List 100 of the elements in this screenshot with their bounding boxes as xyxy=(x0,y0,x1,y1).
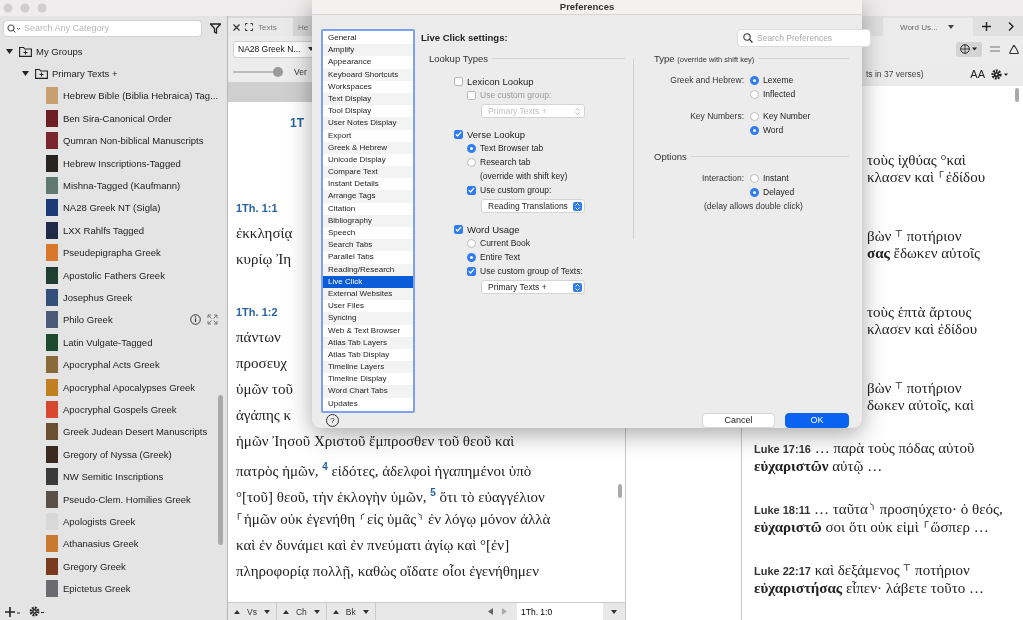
radio-label[interactable]: Lexeme xyxy=(763,75,794,85)
category-item[interactable]: Web & Text Browser xyxy=(323,324,413,337)
category-item[interactable]: Timeline Layers xyxy=(323,361,413,374)
book-item[interactable]: Philo Greek xyxy=(63,314,113,326)
radio-label[interactable]: Delayed xyxy=(763,187,795,197)
radio-button[interactable] xyxy=(467,238,476,248)
category-item[interactable]: Unicode Display xyxy=(323,153,413,167)
radio-button[interactable] xyxy=(467,157,476,167)
radio-label[interactable]: Key Number xyxy=(763,111,811,121)
radio-label[interactable]: Research tab xyxy=(480,157,531,167)
reference-field[interactable]: 1Th. 1:0 xyxy=(517,603,603,620)
radio-button[interactable] xyxy=(467,143,476,153)
book-item[interactable]: NA28 Greek NT (Sigla) xyxy=(63,202,161,214)
category-item[interactable]: Atlas Tab Display xyxy=(323,348,413,362)
radio-button[interactable] xyxy=(750,187,759,197)
book-item[interactable]: Gregory Greek xyxy=(63,560,126,572)
category-item[interactable]: Search Tabs xyxy=(323,239,413,252)
category-item[interactable]: Citation xyxy=(323,202,413,215)
group-dropdown[interactable]: Primary Texts + xyxy=(481,280,585,294)
tab[interactable]: Texts xyxy=(228,18,293,36)
radio-button[interactable] xyxy=(750,125,759,135)
category-item[interactable]: Word Chart Tabs xyxy=(323,385,413,398)
book-item[interactable]: Hebrew Inscriptions-Tagged xyxy=(63,157,181,169)
book-item[interactable]: Latin Vulgate-Tagged xyxy=(63,336,153,348)
scrollbar[interactable] xyxy=(618,484,622,498)
checkbox-label[interactable]: Verse Lookup xyxy=(467,128,526,140)
category-item[interactable]: Tool Display xyxy=(323,105,413,118)
settings-icon[interactable] xyxy=(29,606,45,617)
search-field[interactable]: Search Preferences xyxy=(737,29,871,47)
info-icon[interactable] xyxy=(190,314,201,326)
add-icon[interactable] xyxy=(5,606,21,617)
category-item[interactable]: Timeline Display xyxy=(323,373,413,386)
radio-label[interactable]: Inflected xyxy=(763,89,796,99)
category-item[interactable]: Updates xyxy=(323,397,413,410)
dropdown-icon[interactable] xyxy=(611,609,617,614)
disclosure-triangle-icon[interactable] xyxy=(22,70,29,78)
expand-icon[interactable] xyxy=(207,314,218,326)
category-item[interactable]: Syncing xyxy=(323,312,413,325)
book-item[interactable]: Apocryphal Gospels Greek xyxy=(63,403,177,415)
checkbox-label[interactable]: Use custom group of Texts: xyxy=(480,266,583,276)
checkbox[interactable] xyxy=(467,266,476,276)
settings-icon[interactable] xyxy=(991,68,1009,80)
radio-label[interactable]: Instant xyxy=(763,173,789,183)
verse-reference[interactable]: 1Th. 1:2 xyxy=(236,306,278,318)
checkbox-label[interactable]: Word Usage xyxy=(467,223,520,235)
split-view-icon[interactable] xyxy=(990,46,1000,52)
category-item[interactable]: Bibliography xyxy=(323,214,413,227)
back-icon[interactable] xyxy=(488,608,493,615)
radio-button[interactable] xyxy=(750,111,759,121)
category-item[interactable]: Keyboard Shortcuts xyxy=(323,68,413,81)
book-item[interactable]: Pseudepigrapha Greek xyxy=(63,247,161,259)
navigation-button[interactable]: Ch xyxy=(276,603,327,620)
book-item[interactable]: NW Semitic Inscriptions xyxy=(63,471,164,483)
navigation-button[interactable]: Vs xyxy=(228,603,277,620)
category-item[interactable]: Instant Details xyxy=(323,178,413,191)
book-item[interactable]: Athanasius Greek xyxy=(63,538,139,550)
cancel-button[interactable]: Cancel xyxy=(702,412,775,428)
radio-button[interactable] xyxy=(467,252,476,262)
book-item[interactable]: Qumran Non-biblical Manuscripts xyxy=(63,135,204,147)
slider-thumb[interactable] xyxy=(273,67,283,77)
category-item[interactable]: Text Display xyxy=(323,92,413,106)
verse-reference[interactable]: 1Th. 1:1 xyxy=(236,202,278,214)
filter-icon[interactable] xyxy=(210,22,221,34)
category-item[interactable]: Appearance xyxy=(323,56,413,69)
category-item[interactable]: User Notes Display xyxy=(323,117,413,130)
book-item[interactable]: Apocryphal Acts Greek xyxy=(63,359,160,371)
font-size-button[interactable]: AA xyxy=(970,68,985,80)
search-field[interactable]: Search Any Category xyxy=(3,19,202,37)
group-label[interactable]: Primary Texts + xyxy=(52,68,118,80)
category-item[interactable]: Workspaces xyxy=(323,80,413,93)
category-item[interactable]: Compare Text xyxy=(323,166,413,179)
book-item[interactable]: Pseudo-Clem. Homilies Greek xyxy=(63,493,191,505)
category-item[interactable]: Export xyxy=(323,129,413,142)
category-item[interactable]: Atlas Tab Layers xyxy=(323,336,413,349)
radio-button[interactable] xyxy=(750,89,759,99)
chevron-right-icon[interactable] xyxy=(1008,22,1014,31)
book-item[interactable]: Greek Judean Desert Manuscripts xyxy=(63,426,208,438)
category-item[interactable]: User Files xyxy=(323,300,413,313)
checkbox[interactable] xyxy=(467,185,476,195)
globe-dropdown[interactable] xyxy=(956,41,982,57)
scrollbar[interactable] xyxy=(218,395,223,545)
group-dropdown[interactable]: Reading Translations xyxy=(481,199,585,213)
book-item[interactable]: Apostolic Fathers Greek xyxy=(63,269,165,281)
book-item[interactable]: Gregory of Nyssa (Greek) xyxy=(63,448,172,460)
disclosure-triangle-icon[interactable] xyxy=(6,47,13,55)
book-item[interactable]: Hebrew Bible (Biblia Hebraica) Tag... xyxy=(63,90,219,102)
checkbox[interactable] xyxy=(454,129,463,139)
fullscreen-icon[interactable] xyxy=(245,23,253,31)
checkbox-label[interactable]: Use custom group: xyxy=(480,185,552,195)
checkbox[interactable] xyxy=(454,224,463,234)
forward-icon[interactable] xyxy=(502,608,507,615)
checkbox-label[interactable]: Lexicon Lookup xyxy=(467,75,534,87)
ok-button[interactable]: OK xyxy=(785,412,849,428)
radio-button[interactable] xyxy=(750,75,759,85)
book-item[interactable]: Apocryphal Apocalypses Greek xyxy=(63,381,196,393)
add-tab-icon[interactable] xyxy=(982,22,991,31)
scrollbar[interactable] xyxy=(1015,88,1019,102)
book-item[interactable]: LXX Rahlfs Tagged xyxy=(63,224,145,236)
radio-label[interactable]: Word xyxy=(763,125,784,135)
radio-label[interactable]: Text Browser tab xyxy=(480,143,544,153)
